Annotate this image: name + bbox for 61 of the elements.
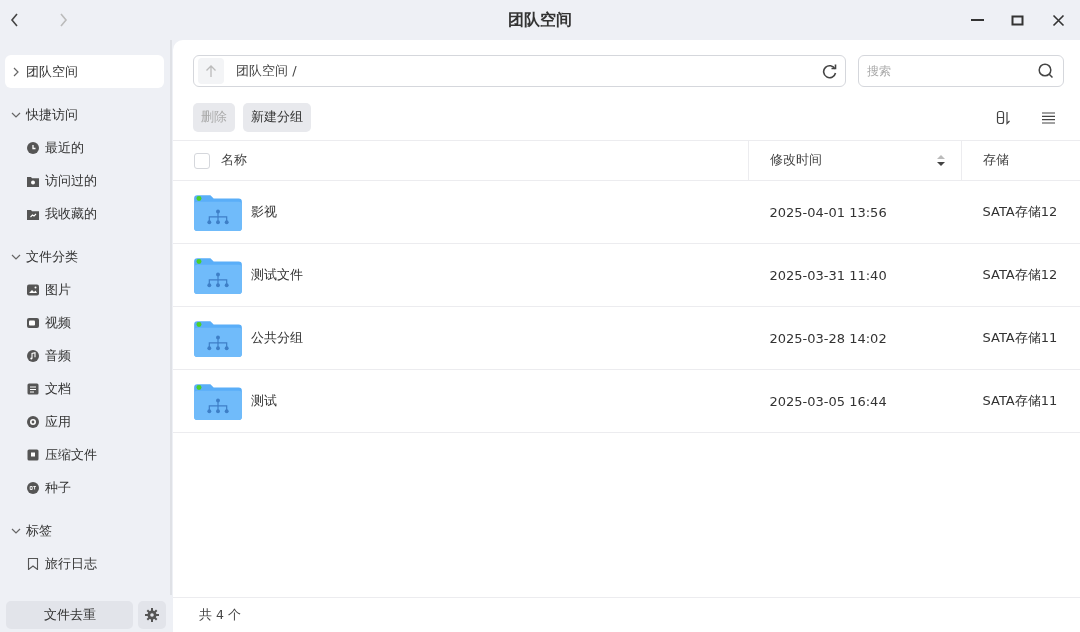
music-icon	[27, 349, 39, 362]
sidebar-item[interactable]: 旅行日志	[5, 547, 164, 580]
sidebar-item[interactable]: 我收藏的	[5, 197, 164, 230]
storage-name: SATA存储11	[982, 330, 1058, 345]
minimize-icon	[971, 19, 984, 21]
document-icon	[27, 382, 39, 395]
clock-icon	[27, 141, 39, 154]
modified-time: 2025-03-28 14:02	[769, 330, 887, 346]
team-folder-icon	[194, 193, 242, 231]
section-header[interactable]: 文件分类	[5, 240, 164, 273]
up-arrow-icon	[204, 64, 218, 78]
team-folder-icon	[194, 319, 242, 357]
settings-button[interactable]	[138, 601, 166, 629]
modified-time: 2025-03-05 16:44	[769, 393, 887, 409]
sidebar-item[interactable]: 种子	[5, 471, 164, 504]
storage-name: SATA存储12	[982, 204, 1058, 219]
chevron-right-icon	[11, 66, 21, 77]
path-field[interactable]: 团队空间 /	[193, 55, 846, 87]
window-title: 团队空间	[508, 9, 572, 31]
modified-time: 2025-03-31 11:40	[769, 267, 887, 283]
bookmark-icon	[27, 557, 39, 570]
list-view-icon	[1041, 110, 1056, 125]
section-header[interactable]: 快捷访问	[5, 98, 164, 131]
archive-icon	[27, 448, 39, 461]
sidebar-item[interactable]: 访问过的	[5, 164, 164, 197]
toolbar-button[interactable]: 新建分组	[243, 103, 311, 132]
file-name[interactable]: 测试	[251, 392, 277, 410]
app-icon	[27, 415, 39, 428]
select-all-checkbox[interactable]	[194, 152, 210, 169]
sidebar-item[interactable]: 团队空间	[5, 55, 164, 88]
sidebar-item[interactable]: 应用	[5, 405, 164, 438]
settings-icon	[145, 608, 159, 622]
column-header[interactable]: 存储	[983, 152, 1009, 169]
storage-name: SATA存储11	[982, 393, 1058, 408]
sidebar-item[interactable]: 视频	[5, 306, 164, 339]
sidebar-item[interactable]: 音频	[5, 339, 164, 372]
search-icon	[1038, 63, 1054, 79]
video-icon	[27, 316, 39, 329]
file-name[interactable]: 公共分组	[251, 329, 303, 347]
team-folder-icon	[194, 256, 242, 294]
file-name[interactable]: 影视	[251, 203, 277, 221]
team-folder-icon	[194, 382, 242, 420]
sidebar-item[interactable]: 文档	[5, 372, 164, 405]
close-icon	[1051, 12, 1066, 28]
file-name[interactable]: 测试文件	[251, 266, 303, 284]
sidebar-item[interactable]: 图片	[5, 273, 164, 306]
search-field[interactable]: 搜索	[858, 55, 1064, 87]
section-header[interactable]: 标签	[5, 514, 164, 547]
column-header[interactable]: 修改时间	[770, 152, 822, 169]
dedupe-button[interactable]: 文件去重	[6, 601, 133, 629]
column-header[interactable]: 名称	[221, 152, 247, 169]
sidebar-item[interactable]: 最近的	[5, 131, 164, 164]
sidebar-item[interactable]: 压缩文件	[5, 438, 164, 471]
modified-time: 2025-04-01 13:56	[769, 204, 887, 220]
item-count: 共 4 个	[199, 606, 241, 624]
sort-arrows-icon	[936, 154, 946, 167]
storage-name: SATA存储12	[982, 267, 1058, 282]
refresh-icon	[822, 63, 837, 79]
sort-icon	[996, 110, 1011, 125]
folder-icon	[27, 207, 39, 220]
image-icon	[27, 283, 39, 296]
